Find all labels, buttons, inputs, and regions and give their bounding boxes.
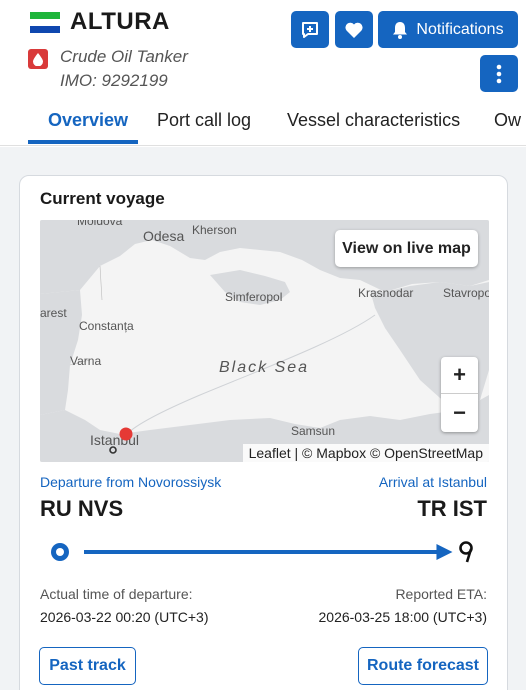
bell-icon [393, 21, 408, 39]
map-label-samsun: Samsun [291, 424, 336, 438]
favorite-button[interactable] [335, 11, 373, 48]
atd-label: Actual time of departure: [40, 586, 193, 602]
eta-value: 2026-03-25 18:00 (UTC+3) [318, 609, 488, 625]
map-label-simferopol: Simferopol [225, 290, 283, 304]
progress-arrow [436, 544, 453, 560]
current-voyage-card: Current voyage Moldova Odesa Kherson Sim… [19, 175, 508, 690]
departure-port-code: RU NVS [40, 496, 124, 521]
tab-owner[interactable]: Ow [494, 110, 521, 131]
arrival-label: Arrival at Istanbul [378, 474, 487, 490]
past-track-button[interactable]: Past track [39, 647, 136, 685]
tab-vessel-characteristics[interactable]: Vessel characteristics [287, 110, 460, 131]
map-attribution[interactable]: Leaflet | © Mapbox © OpenStreetMap [242, 444, 489, 462]
notifications-label: Notifications [416, 20, 504, 38]
tanker-type-icon [28, 49, 48, 69]
tab-port-call-log[interactable]: Port call log [157, 110, 251, 131]
arrival-port-code: TR IST [417, 496, 487, 521]
destination-pin-icon [459, 541, 473, 563]
vessel-type: Crude Oil Tanker [60, 47, 188, 66]
tab-overview[interactable]: Overview [48, 110, 128, 131]
departure-label: Departure from Novorossiysk [40, 474, 222, 490]
card-title: Current voyage [40, 189, 165, 208]
zoom-in-button[interactable]: + [441, 357, 478, 394]
more-options-button[interactable] [480, 55, 518, 92]
eta-label: Reported ETA: [395, 586, 487, 602]
map-label-moldova: Moldova [77, 220, 123, 228]
add-to-fleet-icon [302, 21, 318, 38]
vessel-imo: IMO: 9292199 [60, 71, 168, 90]
map-label-varna: Varna [70, 354, 102, 368]
map-label-krasnodar: Krasnodar [358, 286, 414, 300]
more-vertical-icon [496, 64, 502, 83]
view-live-map-button[interactable]: View on live map [335, 230, 478, 267]
vessel-name: ALTURA [70, 8, 170, 35]
heart-icon [345, 22, 363, 38]
zoom-out-button[interactable]: − [441, 394, 478, 431]
map-zoom-control: + − [441, 357, 478, 432]
flag-icon [30, 12, 60, 33]
map-label-stavropol: Stavropo [443, 286, 489, 300]
map-label-odesa: Odesa [143, 228, 185, 244]
notifications-button[interactable]: Notifications [378, 11, 518, 48]
route-forecast-button[interactable]: Route forecast [358, 647, 488, 685]
map-label-kherson: Kherson [192, 223, 237, 237]
atd-value: 2026-03-22 00:20 (UTC+3) [40, 609, 209, 625]
voyage-progress [40, 538, 489, 566]
port-marker [109, 446, 117, 454]
active-tab-indicator [28, 140, 138, 144]
tab-bar: Overview Port call log Vessel characteri… [0, 100, 526, 146]
vessel-header: ALTURA Crude Oil Tanker IMO: 9292199 Not… [0, 0, 526, 146]
map-label-black-sea: Black Sea [219, 359, 310, 376]
map-label-constanta: Constanța [79, 319, 134, 333]
map-label-bucharest: arest [40, 306, 67, 320]
add-to-fleet-button[interactable] [291, 11, 329, 48]
voyage-map[interactable]: Moldova Odesa Kherson Simferopol Krasnod… [40, 220, 489, 462]
